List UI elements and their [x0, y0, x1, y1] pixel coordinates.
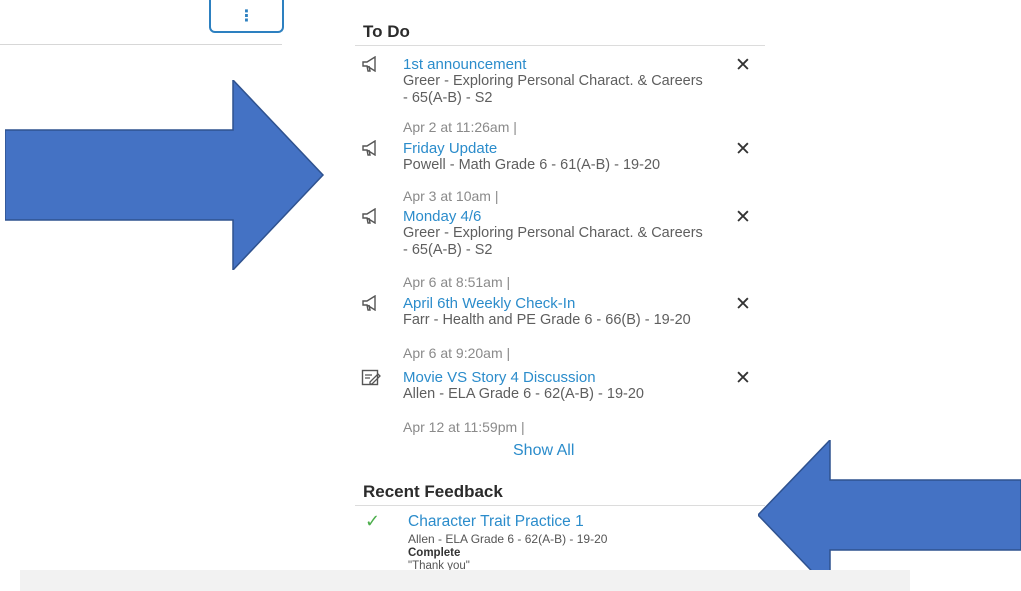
- feedback-status: Complete: [408, 547, 461, 559]
- more-options-button[interactable]: ⋮: [209, 0, 284, 33]
- todo-item-date: Apr 3 at 10am |: [403, 188, 499, 204]
- right-arrow-annotation: [5, 80, 325, 270]
- divider: [355, 45, 765, 46]
- divider: [355, 505, 765, 506]
- dismiss-close-icon[interactable]: ✕: [735, 293, 751, 316]
- announcement-icon: [361, 139, 381, 158]
- todo-sidebar: To Do 1st announcement Greer - Exploring…: [355, 0, 765, 591]
- todo-item-course: Farr - Health and PE Grade 6 - 66(B) - 1…: [403, 312, 691, 328]
- todo-item-date: Apr 6 at 9:20am |: [403, 345, 511, 361]
- feedback-title-link[interactable]: Character Trait Practice 1: [408, 513, 584, 531]
- checkmark-icon: ✓: [365, 511, 381, 531]
- todo-item-date: Apr 6 at 8:51am |: [403, 274, 511, 290]
- todo-item-title-link[interactable]: Monday 4/6: [403, 208, 481, 225]
- divider: [0, 44, 282, 45]
- todo-item-course: Greer - Exploring Personal Charact. & Ca…: [403, 73, 703, 106]
- announcement-icon: [361, 55, 381, 74]
- todo-item-course: Allen - ELA Grade 6 - 62(A-B) - 19-20: [403, 386, 644, 402]
- show-all-link[interactable]: Show All: [513, 442, 574, 460]
- feedback-course: Allen - ELA Grade 6 - 62(A-B) - 19-20: [408, 532, 608, 546]
- todo-item-course: Greer - Exploring Personal Charact. & Ca…: [403, 225, 703, 258]
- todo-item-course: Powell - Math Grade 6 - 61(A-B) - 19-20: [403, 157, 661, 173]
- todo-item-title-link[interactable]: 1st announcement: [403, 56, 526, 73]
- left-arrow-annotation: [758, 440, 1021, 590]
- footer-bar: [20, 570, 910, 591]
- announcement-icon: [361, 207, 381, 226]
- todo-item-title-link[interactable]: April 6th Weekly Check-In: [403, 295, 575, 312]
- todo-item-date: Apr 12 at 11:59pm |: [403, 419, 525, 435]
- recent-feedback-heading: Recent Feedback: [363, 482, 503, 501]
- todo-item-title-link[interactable]: Movie VS Story 4 Discussion: [403, 369, 596, 386]
- todo-item-date: Apr 2 at 11:26am |: [403, 119, 517, 135]
- discussion-icon: [361, 369, 381, 387]
- kebab-menu-icon: ⋮: [238, 7, 255, 25]
- announcement-icon: [361, 294, 381, 313]
- dismiss-close-icon[interactable]: ✕: [735, 367, 751, 390]
- dismiss-close-icon[interactable]: ✕: [735, 138, 751, 161]
- dismiss-close-icon[interactable]: ✕: [735, 54, 751, 77]
- todo-item-title-link[interactable]: Friday Update: [403, 140, 497, 157]
- dismiss-close-icon[interactable]: ✕: [735, 206, 751, 229]
- todo-heading: To Do: [363, 22, 410, 41]
